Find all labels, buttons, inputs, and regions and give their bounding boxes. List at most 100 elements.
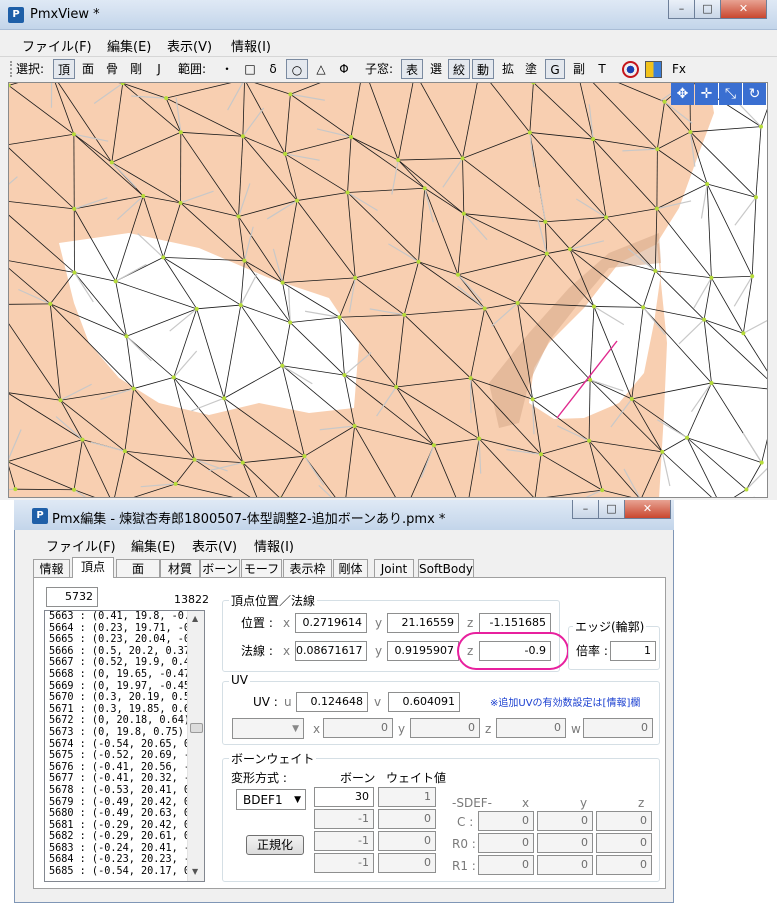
vertex-point[interactable] [178, 130, 183, 135]
vertex-point[interactable] [587, 438, 592, 443]
vertex-point[interactable] [141, 193, 146, 198]
weight-input-1[interactable]: 1 [378, 787, 436, 807]
list-item[interactable]: 5672 : (0, 20.18, 0.64) [49, 715, 204, 727]
editor-menu-file[interactable]: ファイル(F) [46, 536, 116, 555]
vertex-point[interactable] [422, 186, 427, 191]
edge-scale-input[interactable]: 1 [610, 641, 656, 661]
list-item[interactable]: 5667 : (0.52, 19.9, 0.41) [49, 657, 204, 669]
list-item[interactable]: 5684 : (-0.23, 20.23, -0.36) [49, 854, 204, 866]
vertex-point[interactable] [662, 99, 667, 104]
list-item[interactable]: 5680 : (-0.49, 20.63, 0.33) [49, 808, 204, 820]
vertex-point[interactable] [349, 135, 354, 140]
vertex-point[interactable] [353, 275, 358, 280]
position-z-input[interactable]: -1.151685 [479, 613, 551, 633]
vertex-list[interactable]: 5663 : (0.41, 19.8, -0.16) 5664 : (0.23, … [44, 610, 205, 882]
vertex-point[interactable] [759, 460, 764, 465]
vertex-point[interactable] [173, 481, 178, 486]
vertex-point[interactable] [288, 320, 293, 325]
vertex-point[interactable] [604, 215, 609, 220]
subwin-scale-button[interactable]: 拡 [499, 59, 517, 79]
vertex-point[interactable] [48, 301, 53, 306]
weight-input-3[interactable]: 0 [378, 831, 436, 851]
vertex-point[interactable] [543, 219, 548, 224]
bone-index-input-4[interactable]: -1 [314, 853, 374, 873]
ext-uv-z-input[interactable]: 0 [496, 718, 566, 738]
select-rigid-button[interactable]: 剛 [127, 59, 145, 79]
minimize-button[interactable]: – [668, 0, 695, 19]
uv-grid-icon[interactable] [645, 61, 662, 78]
vertex-point[interactable] [482, 306, 487, 311]
vertex-point[interactable] [741, 331, 746, 336]
vertex-point[interactable] [72, 487, 77, 492]
range-triangle-button[interactable]: △ [313, 59, 329, 79]
vertex-point[interactable] [685, 435, 690, 440]
vertex-point[interactable] [431, 443, 436, 448]
list-item[interactable]: 5678 : (-0.53, 20.41, 0.03) [49, 785, 204, 797]
vertex-point[interactable] [178, 200, 183, 205]
sdef-r0-z-input[interactable]: 0 [596, 833, 652, 853]
fx-button[interactable]: Fx [669, 59, 689, 79]
vertex-point[interactable] [288, 92, 293, 97]
deform-type-select[interactable]: BDEF1 ▼ [236, 789, 306, 810]
vertex-point[interactable] [72, 206, 77, 211]
list-item[interactable]: 5675 : (-0.52, 20.69, -0.16) [49, 750, 204, 762]
vertex-point[interactable] [477, 436, 482, 441]
vertex-point[interactable] [750, 274, 755, 279]
weight-input-4[interactable]: 0 [378, 853, 436, 873]
tab-material[interactable]: 材質 [160, 559, 200, 578]
vertex-point[interactable] [236, 214, 241, 219]
vertex-list-scrollbar[interactable]: ▲ ▼ [187, 611, 204, 881]
vertex-point[interactable] [122, 449, 127, 454]
list-item[interactable]: 5671 : (0.3, 19.85, 0.66) [49, 704, 204, 716]
tab-joint[interactable]: Joint [374, 559, 414, 578]
additional-uv-select[interactable]: ▼ [232, 718, 304, 739]
vertex-index-input[interactable]: 5732 [46, 587, 98, 607]
normal-y-input[interactable]: 0.9195907 [387, 641, 459, 661]
vertex-point[interactable] [13, 487, 18, 492]
sdef-c-y-input[interactable]: 0 [537, 811, 593, 831]
vertex-point[interactable] [709, 380, 714, 385]
list-item[interactable]: 5668 : (0, 19.65, -0.47) [49, 669, 204, 681]
subwin-g-button[interactable]: G [545, 59, 565, 79]
list-item[interactable]: 5666 : (0.5, 20.2, 0.37) [49, 646, 204, 658]
vertex-point[interactable] [194, 306, 199, 311]
vertex-point[interactable] [654, 206, 659, 211]
list-item[interactable]: 5670 : (0.3, 20.19, 0.55) [49, 692, 204, 704]
vertex-point[interactable] [164, 96, 169, 101]
bone-index-input-2[interactable]: -1 [314, 809, 374, 829]
vertex-point[interactable] [660, 449, 665, 454]
tab-rigid-body[interactable]: 剛体 [333, 559, 368, 578]
uv-u-input[interactable]: 0.124648 [296, 692, 368, 712]
rotate-icon[interactable]: ↻ [743, 83, 766, 105]
vertex-point[interactable] [171, 375, 176, 380]
scroll-thumb[interactable] [190, 723, 203, 733]
vertex-point[interactable] [527, 130, 532, 135]
mesh-canvas[interactable] [9, 83, 768, 498]
maximize-button[interactable]: □ [694, 0, 721, 19]
subwin-table-button[interactable]: 表 [401, 59, 423, 79]
3d-viewport[interactable]: ✥ ✛ ⤡ ↻ [8, 82, 768, 498]
vertex-point[interactable] [702, 317, 707, 322]
position-y-input[interactable]: 21.16559 [387, 613, 459, 633]
subwin-filter-button[interactable]: 絞 [448, 59, 470, 79]
editor-titlebar[interactable]: P Pmx編集 - 煉獄杏寿郎1800507-体型調整2-追加ボーンあり.pmx… [14, 500, 674, 530]
sdef-c-z-input[interactable]: 0 [596, 811, 652, 831]
tab-display-frame[interactable]: 表示枠 [283, 559, 332, 578]
vertex-point[interactable] [240, 460, 245, 465]
vertex-point[interactable] [688, 129, 693, 134]
vertex-point[interactable] [567, 247, 572, 252]
zoom-icon[interactable]: ⤡ [719, 83, 742, 105]
vertex-point[interactable] [109, 160, 114, 165]
list-item[interactable]: 5664 : (0.23, 19.71, -0.32) [49, 623, 204, 635]
vertex-point[interactable] [705, 181, 710, 186]
vertex-point[interactable] [402, 312, 407, 317]
vertex-point[interactable] [653, 268, 658, 273]
list-item[interactable]: 5665 : (0.23, 20.04, -0.34) [49, 634, 204, 646]
vertex-point[interactable] [238, 303, 243, 308]
vertex-point[interactable] [58, 398, 63, 403]
vertex-point[interactable] [591, 304, 596, 309]
pmxview-titlebar[interactable]: P PmxView * – □ ✕ [0, 0, 777, 30]
vertex-point[interactable] [460, 156, 465, 161]
vertex-point[interactable] [345, 190, 350, 195]
pan-icon[interactable]: ✥ [671, 83, 694, 105]
